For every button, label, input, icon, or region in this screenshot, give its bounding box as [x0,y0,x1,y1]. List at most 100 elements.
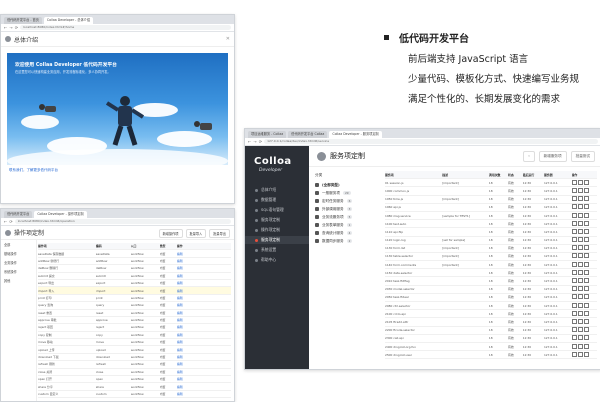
table-row[interactable]: 2200 ftcode.selector 18 有效 12:30 127.0.0.1 [385,327,597,335]
copy-icon[interactable] [577,261,583,267]
category-item[interactable]: (全部类型) [315,181,377,189]
sidebar-item[interactable]: 全部 [1,240,36,249]
table-row[interactable]: reset 重置 reset workflow 内置 编辑 [38,310,231,317]
browser-tab[interactable]: 低代码开发平台 Collaa [288,131,328,138]
copy-icon[interactable] [577,204,583,210]
column-header[interactable]: 服务器 [544,173,572,177]
delete-icon[interactable] [583,245,589,251]
row-action-link[interactable]: 编辑 [177,289,231,293]
copy-icon[interactable] [577,245,583,251]
copy-icon[interactable] [577,220,583,226]
row-action-link[interactable]: 编辑 [177,259,231,263]
table-row[interactable]: export 导出 export workflow 内置 编辑 [38,280,231,288]
contact-link[interactable]: 联系我们，了解更多低代码平台 [9,168,58,173]
sidebar-item[interactable]: 其他 [1,276,36,285]
delete-icon[interactable] [583,237,589,243]
copy-icon[interactable] [577,351,583,357]
copy-icon[interactable] [577,286,583,292]
copy-icon[interactable] [577,294,583,300]
table-row[interactable]: 1140 form.comments [important] 18 有效 12:30 12… [385,261,597,270]
reload-icon[interactable]: ⟳ [9,218,12,225]
column-header[interactable]: 类型 [160,244,177,248]
browser-tab[interactable]: 项目运维服务 - Collaa [248,131,287,138]
copy-icon[interactable] [577,302,583,308]
delete-icon[interactable] [583,179,589,185]
delete-icon[interactable] [583,187,589,193]
back-icon[interactable]: ← [248,138,251,145]
delete-icon[interactable] [583,343,589,349]
row-action-link[interactable]: 编辑 [177,348,231,352]
edit-icon[interactable] [571,278,577,284]
column-header[interactable]: 入口 [131,244,160,248]
delete-icon[interactable] [583,310,589,316]
browser-tab-active[interactable]: Collaa Developer - 总体介绍 [43,17,94,24]
menu-item-active[interactable]: 服务项定制 [245,236,309,244]
edit-icon[interactable] [571,187,577,193]
copy-icon[interactable] [577,253,583,259]
table-row[interactable]: 1120 login.log [set for sample] 18 有效 12:30 1… [385,237,597,245]
copy-icon[interactable] [577,196,583,202]
copy-icon[interactable] [577,187,583,193]
edit-icon[interactable] [571,327,577,333]
row-action-link[interactable]: 编辑 [177,362,231,366]
delete-icon[interactable] [583,278,589,284]
browser-tab[interactable]: 低代码开发平台 [4,211,33,218]
edit-icon[interactable] [571,212,577,218]
row-action-link[interactable]: 编辑 [177,311,231,315]
table-row[interactable]: query 查询 query workflow 内置 编辑 [38,302,231,310]
close-icon[interactable]: ✕ [226,36,230,42]
table-row[interactable]: saveData 保存数据 saveData workflow 内置 编辑 [38,250,231,258]
edit-icon[interactable] [571,196,577,202]
copy-icon[interactable] [577,212,583,218]
copy-icon[interactable] [577,318,583,324]
sidebar-item[interactable]: 业务操作 [1,258,36,267]
table-row[interactable]: refresh 刷新 refresh workflow 内置 编辑 [38,361,231,369]
table-row[interactable]: reject 驳回 reject workflow 内置 编辑 [38,324,231,332]
url-field[interactable]: localhost:8080/index.html#/home [20,25,231,30]
delete-icon[interactable] [583,318,589,324]
row-action-link[interactable]: 编辑 [177,325,231,329]
copy-icon[interactable] [577,237,583,243]
row-action-link[interactable]: 编辑 [177,385,231,389]
batch-test-button[interactable]: 批量测试 [570,151,595,162]
row-action-link[interactable]: 编辑 [177,281,231,285]
table-row[interactable]: 2050 task.ftdeal 18 有效 12:30 127.0.0.1 [385,294,597,302]
delete-icon[interactable] [583,286,589,292]
table-row[interactable]: 1100 test.auto 18 有效 12:30 127.0.0.1 [385,220,597,229]
table-row[interactable]: submit 提交 submit workflow 内置 编辑 [38,273,231,280]
table-row[interactable]: 2300 call.api 18 有效 12:30 127.0.0.1 [385,335,597,343]
copy-icon[interactable] [577,310,583,316]
back-button[interactable]: ‹ [523,151,535,162]
copy-icon[interactable] [577,327,583,333]
copy-icon[interactable] [577,335,583,341]
table-row[interactable]: 1130 table.selector [important] 18 有效 12:30 1… [385,253,597,262]
edit-icon[interactable] [571,220,577,226]
table-row[interactable]: 2080 ctrl.selector 18 有效 12:30 127.0.0.1 [385,302,597,311]
row-action-link[interactable]: 编辑 [177,303,231,307]
column-header[interactable]: 操作 [572,173,597,177]
reload-icon[interactable]: ⟳ [259,138,262,145]
table-row[interactable]: 01 session.js [important] 18 有效 12:30 127.0.0… [385,179,597,188]
delete-icon[interactable] [583,228,589,234]
delete-icon[interactable] [583,302,589,308]
menu-item[interactable]: 服务项定制 [245,216,309,224]
category-item[interactable]: 外部调用服务 3 [315,205,377,213]
table-row[interactable]: 1080 msg.service [sample for TEST1] 18 有效 12… [385,212,597,221]
menu-item[interactable]: 总体介绍 [245,186,309,194]
table-row[interactable]: 2400 ding.list.org.fun 18 有效 12:30 127.0.0.1 [385,343,597,352]
column-header[interactable]: 调用次数 [489,173,508,177]
menu-item[interactable]: 系统设置 [245,246,309,254]
delete-icon[interactable] [583,327,589,333]
category-item[interactable]: 数据同步服务 2 [315,237,377,245]
add-service-button[interactable]: 新增服务项 [538,151,567,162]
row-action-link[interactable]: 编辑 [177,377,231,381]
column-header[interactable]: 最后运行 [523,173,544,177]
edit-icon[interactable] [571,269,577,275]
table-row[interactable]: approve 审批 approve workflow 内置 编辑 [38,317,231,325]
table-row[interactable]: 2105 ftradd.attr 18 有效 12:30 127.0.0.1 [385,318,597,327]
delete-icon[interactable] [583,220,589,226]
edit-icon[interactable] [571,245,577,251]
copy-icon[interactable] [577,278,583,284]
browser-tab-active[interactable]: Collaa Developer - 服务项定制 [329,131,382,138]
edit-icon[interactable] [571,286,577,292]
